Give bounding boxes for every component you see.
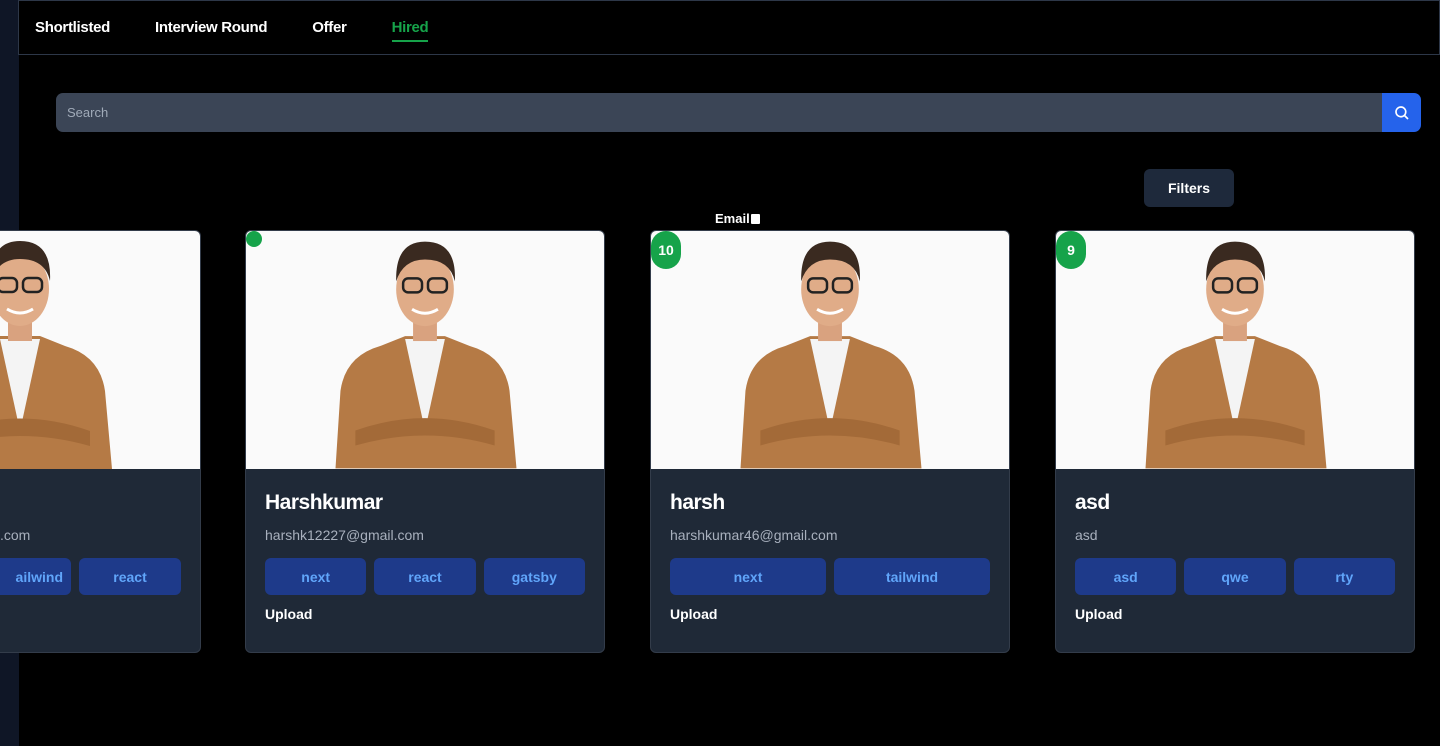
search-icon (1394, 105, 1409, 120)
candidate-name: asd (1075, 491, 1110, 514)
candidate-card[interactable]: 10 harsh harshkumar46@gmail.com next tail… (650, 230, 1010, 653)
search-bar (56, 93, 1421, 132)
search-input[interactable] (56, 93, 1382, 132)
skill-tag[interactable]: asd (1075, 558, 1177, 595)
skill-tag[interactable]: next (265, 558, 367, 595)
email-toggle[interactable]: Email (715, 211, 760, 226)
search-button[interactable] (1382, 93, 1421, 132)
photo-area: 10 (651, 231, 1009, 469)
candidate-card[interactable]: Harshkumar harshk12227@gmail.com next rea… (245, 230, 605, 653)
score-badge: 9 (1056, 231, 1086, 269)
filters-button[interactable]: Filters (1144, 169, 1234, 207)
skill-tag[interactable]: qwe (1184, 558, 1286, 595)
status-dot (246, 231, 262, 247)
tab-hired[interactable]: Hired (391, 19, 429, 42)
tab-interview-round[interactable]: Interview Round (155, 19, 267, 36)
candidate-name: Harshkumar (265, 491, 383, 514)
candidate-photo (740, 241, 922, 469)
photo-area (0, 231, 200, 469)
candidate-email: asd (1075, 527, 1098, 543)
upload-button[interactable]: Upload (1075, 606, 1122, 622)
candidate-card[interactable]: 9 asd asd asd qwe rty Upload (1055, 230, 1415, 653)
email-checkbox[interactable] (750, 213, 760, 224)
score-badge: 10 (651, 231, 681, 269)
photo-area: 9 (1056, 231, 1414, 469)
candidate-card[interactable]: .com ailwind react (0, 230, 201, 653)
candidate-email: harshkumar46@gmail.com (670, 527, 838, 543)
candidate-email: harshk12227@gmail.com (265, 527, 424, 543)
photo-area (246, 231, 604, 469)
candidate-name: harsh (670, 491, 725, 514)
candidate-email: .com (0, 527, 31, 543)
candidate-name (0, 491, 181, 515)
skill-tag[interactable]: gatsby (483, 558, 585, 595)
candidate-photo (0, 241, 112, 469)
upload-button[interactable]: Upload (670, 606, 717, 622)
skill-tag[interactable]: react (374, 558, 476, 595)
skill-tag[interactable]: next (670, 558, 826, 595)
tab-shortlisted[interactable]: Shortlisted (35, 19, 110, 36)
skill-tag[interactable]: rty (1293, 558, 1395, 595)
email-toggle-label: Email (715, 211, 750, 226)
candidate-photo (335, 241, 517, 469)
stage-tabs: Shortlisted Interview Round Offer Hired (18, 0, 1440, 55)
skill-tag[interactable]: react (79, 558, 181, 595)
skill-tag[interactable]: ailwind (0, 558, 71, 595)
skill-tag[interactable]: tailwind (834, 558, 990, 595)
tab-offer[interactable]: Offer (312, 19, 347, 36)
upload-button[interactable]: Upload (265, 606, 312, 622)
candidate-photo (1145, 241, 1327, 469)
